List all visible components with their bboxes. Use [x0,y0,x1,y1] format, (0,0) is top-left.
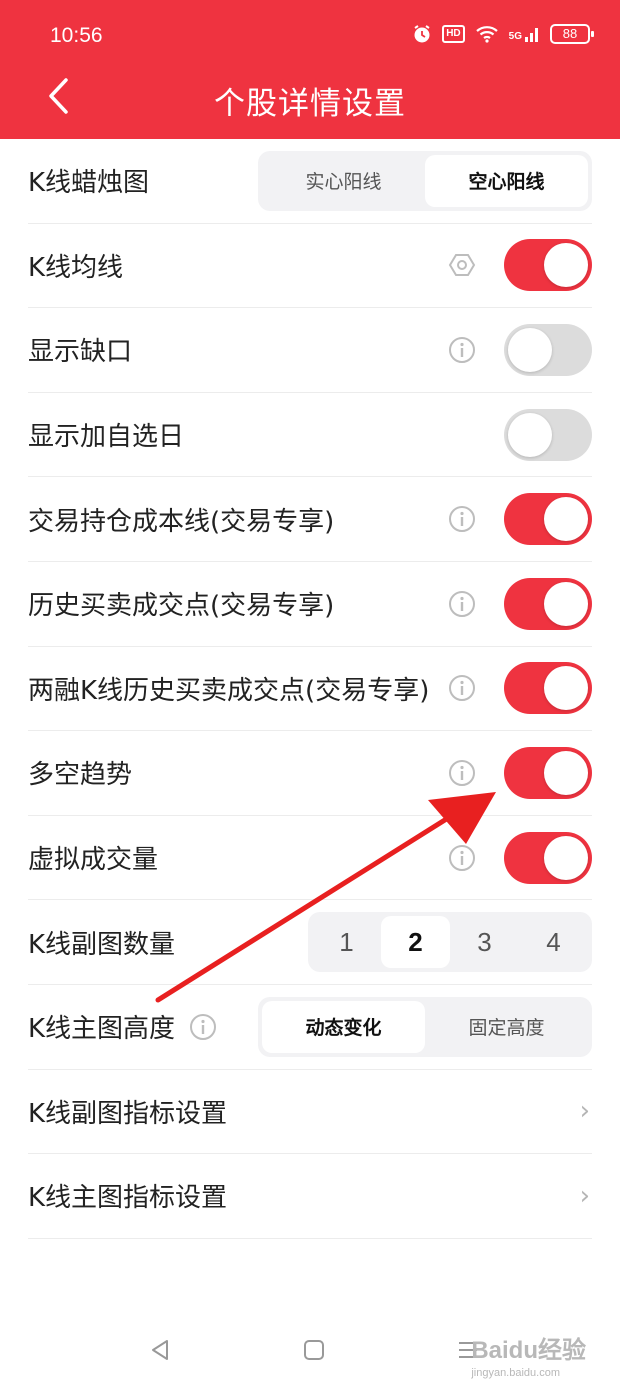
info-icon[interactable] [448,590,476,618]
status-icons: HD 5G 88 [412,24,594,44]
info-icon[interactable] [448,674,476,702]
count-option-1[interactable]: 1 [312,916,381,968]
setting-label: 历史买卖成交点(交易专享) [28,591,335,622]
signal-bars-icon [525,28,538,42]
setting-label: 虚拟成交量 [28,845,159,876]
toggle-knob [544,666,588,711]
setting-row-margin-trade-points: 两融K线历史买卖成交点(交易专享) [28,647,592,732]
setting-row-candlestick: K线蜡烛图 实心阳线 空心阳线 [28,139,592,224]
setting-row-gap: 显示缺口 [28,308,592,393]
count-option-3[interactable]: 3 [450,916,519,968]
toggle-switch[interactable] [504,323,592,376]
network-type-label: 5G [508,31,522,42]
info-icon[interactable] [448,844,476,872]
setting-label: 两融K线历史买卖成交点(交易专享) [28,675,430,706]
count-option-2[interactable]: 2 [381,916,450,969]
setting-label: 显示加自选日 [28,422,185,453]
toggle-knob [544,581,588,626]
setting-label: K线副图指标设置 [28,1098,228,1129]
count-option-4[interactable]: 4 [519,916,588,968]
watermark-brand: Baidu经验 [471,1337,586,1364]
setting-label: K线主图指标设置 [28,1183,228,1214]
info-icon[interactable] [448,505,476,533]
option-solid-candle[interactable]: 实心阳线 [262,155,425,207]
toggle-knob [544,497,588,542]
setting-row-main-chart-indicators[interactable]: K线主图指标设置 › [28,1154,592,1239]
toggle-knob [508,412,552,457]
setting-row-virtual-volume: 虚拟成交量 [28,816,592,901]
watermark-url: jingyan.baidu.com [471,1367,560,1379]
candlestick-segmented-control: 实心阳线 空心阳线 [258,150,592,211]
triangle-back-icon [152,1340,168,1360]
toggle-switch[interactable] [504,239,592,292]
settings-hex-icon[interactable] [448,251,476,279]
status-bar: 10:56 HD 5G 88 [0,0,620,72]
setting-row-trade-points: 历史买卖成交点(交易专享) [28,562,592,647]
setting-row-sub-chart-count: K线副图数量 1 2 3 4 [28,900,592,985]
wifi-icon [475,25,499,43]
toggle-switch[interactable] [504,662,592,715]
chevron-right-icon: › [579,1180,590,1211]
toggle-knob [508,327,552,372]
nav-back-button[interactable] [140,1330,180,1370]
option-dynamic-height[interactable]: 动态变化 [262,1000,425,1053]
setting-label: 多空趋势 [28,760,133,791]
info-icon[interactable] [448,336,476,364]
setting-row-ma: K线均线 [28,224,592,309]
app-header: 10:56 HD 5G 88 个股详情设置 [0,0,620,139]
status-time: 10:56 [50,24,103,47]
setting-row-main-chart-height: K线主图高度 动态变化 固定高度 [28,985,592,1070]
option-hollow-candle[interactable]: 空心阳线 [425,154,588,207]
toggle-switch[interactable] [504,577,592,630]
toggle-switch[interactable] [504,408,592,461]
cellular-signal: 5G [509,26,540,42]
page-title: 个股详情设置 [214,86,406,122]
setting-row-cost-line: 交易持仓成本线(交易专享) [28,477,592,562]
baidu-jingyan-watermark: Baidu经验 jingyan.baidu.com [471,1330,586,1379]
setting-row-watchlist-day: 显示加自选日 [28,393,592,478]
main-chart-height-segmented-control: 动态变化 固定高度 [258,996,592,1057]
setting-label: K线主图高度 [28,1014,176,1045]
system-nav-bar: Baidu经验 jingyan.baidu.com [0,1310,620,1386]
toggle-switch[interactable] [504,746,592,799]
info-icon[interactable] [448,759,476,787]
option-fixed-height[interactable]: 固定高度 [425,1001,588,1053]
toggle-knob [544,835,588,880]
setting-label: 交易持仓成本线(交易专享) [28,506,335,537]
toggle-switch[interactable] [504,831,592,884]
sub-chart-count-selector: 1 2 3 4 [308,912,592,973]
setting-label: K线副图数量 [28,929,176,960]
setting-label: K线蜡烛图 [28,168,150,199]
info-icon[interactable] [189,1013,217,1041]
setting-row-sub-chart-indicators[interactable]: K线副图指标设置 › [28,1070,592,1155]
toggle-knob [544,243,588,288]
settings-list: K线蜡烛图 实心阳线 空心阳线 K线均线 显示缺口 显示加自选日 交易持仓成本线… [0,139,620,1239]
setting-row-trend: 多空趋势 [28,731,592,816]
chevron-right-icon: › [579,1096,590,1127]
hd-badge: HD [442,25,465,43]
alarm-icon [412,24,432,44]
setting-label: 显示缺口 [28,337,133,368]
battery-indicator: 88 [550,24,594,44]
nav-home-button[interactable] [294,1330,334,1370]
toggle-knob [544,750,588,795]
square-home-icon [304,1340,324,1360]
toggle-switch[interactable] [504,493,592,546]
setting-label: K线均线 [28,252,124,283]
